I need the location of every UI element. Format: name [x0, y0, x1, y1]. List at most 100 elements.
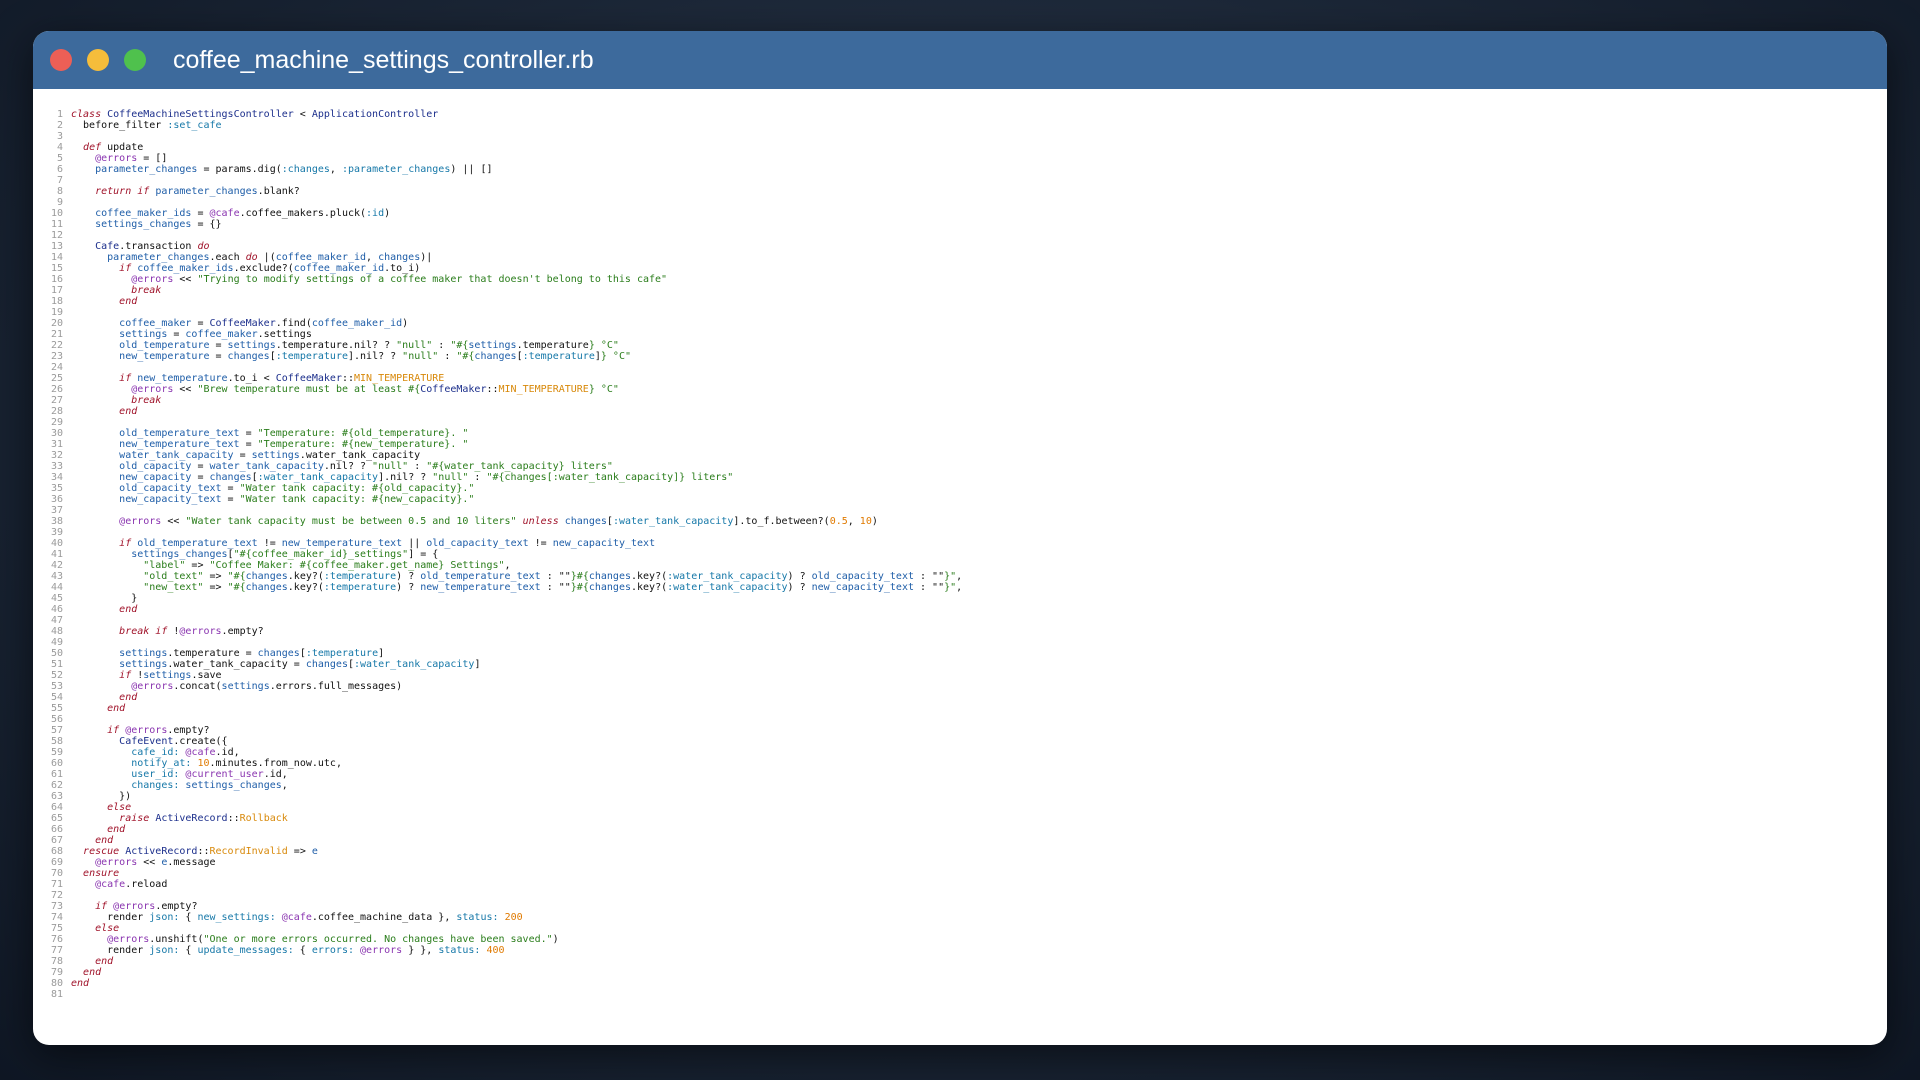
line-number: 32 [50, 450, 63, 461]
code-line: 4 def update [33, 142, 1887, 153]
line-number: 73 [50, 901, 63, 912]
line-number: 42 [50, 560, 63, 571]
code-text: render json: { new_settings: @cafe.coffe… [71, 912, 523, 923]
code-text: end [107, 824, 126, 835]
code-text: @errors << "Brew temperature must be at … [131, 384, 619, 395]
line-number: 37 [50, 505, 63, 516]
code-line: 65 raise ActiveRecord::Rollback [33, 813, 1887, 824]
line-number: 28 [50, 406, 63, 417]
code-text: rescue ActiveRecord::RecordInvalid => e [83, 846, 318, 857]
close-window-button[interactable] [50, 49, 72, 71]
code-line: 24 [33, 362, 1887, 373]
code-line: 44 "new_text" => "#{changes.key?(:temper… [33, 582, 1887, 593]
code-line: 71 @cafe.reload [33, 879, 1887, 890]
line-number: 56 [50, 714, 63, 725]
line-number: 66 [50, 824, 63, 835]
code-line: 18 end [33, 296, 1887, 307]
line-number: 74 [50, 912, 63, 923]
line-number: 57 [50, 725, 63, 736]
code-text: @errors.concat(settings.errors.full_mess… [131, 681, 403, 692]
line-number: 24 [50, 362, 63, 373]
code-line: 81 [33, 989, 1887, 1000]
code-line: 13 Cafe.transaction do [33, 241, 1887, 252]
code-line: 45 } [33, 593, 1887, 604]
code-text: Cafe.transaction do [95, 241, 210, 252]
line-number: 16 [50, 274, 63, 285]
code-text: settings = coffee_maker.settings [119, 329, 312, 340]
line-number: 39 [50, 527, 63, 538]
line-number: 10 [50, 208, 63, 219]
code-line: 28 end [33, 406, 1887, 417]
code-text: settings_changes["#{coffee_maker_id}_set… [131, 549, 439, 560]
code-text: user_id: @current_user.id, [131, 769, 288, 780]
code-line: 37 [33, 505, 1887, 516]
code-text: parameter_changes = params.dig(:changes,… [95, 164, 493, 175]
line-number: 2 [56, 120, 63, 131]
line-number: 77 [50, 945, 63, 956]
editor-window: coffee_machine_settings_controller.rb 1c… [33, 31, 1887, 1045]
code-text: ensure [83, 868, 120, 879]
line-number: 19 [50, 307, 63, 318]
code-line: 3 [33, 131, 1887, 142]
code-editor[interactable]: 1 class CoffeeMachineSettingsController <… [33, 89, 1887, 1000]
line-number: 22 [50, 340, 63, 351]
code-line: 11 settings_changes = {} [33, 219, 1887, 230]
line-number: 15 [50, 263, 63, 274]
line-number: 69 [50, 857, 63, 868]
code-text: notify_at: 10.minutes.from_now.utc, [131, 758, 342, 769]
line-number: 26 [50, 384, 63, 395]
code-line: 38 @errors << "Water tank capacity must … [33, 516, 1887, 527]
code-text: new_temperature_text = "Temperature: #{n… [119, 439, 469, 450]
line-number: 65 [50, 813, 63, 824]
line-number: 30 [50, 428, 63, 439]
code-line: 53 @errors.concat(settings.errors.full_m… [33, 681, 1887, 692]
code-line: 48 break if !@errors.empty? [33, 626, 1887, 637]
code-text: old_capacity_text = "Water tank capacity… [119, 483, 475, 494]
line-number: 6 [56, 164, 63, 175]
line-number: 18 [50, 296, 63, 307]
code-line: 50 settings.temperature = changes[:tempe… [33, 648, 1887, 659]
code-line: 41 settings_changes["#{coffee_maker_id}_… [33, 549, 1887, 560]
code-line: 40 if old_temperature_text != new_temper… [33, 538, 1887, 549]
code-line: 43 "old_text" => "#{changes.key?(:temper… [33, 571, 1887, 582]
code-line: 32 water_tank_capacity = settings.water_… [33, 450, 1887, 461]
line-number: 48 [50, 626, 63, 637]
line-number: 11 [50, 219, 63, 230]
line-number: 61 [50, 769, 63, 780]
code-text: coffee_maker = CoffeeMaker.find(coffee_m… [119, 318, 409, 329]
code-line: 10 coffee_maker_ids = @cafe.coffee_maker… [33, 208, 1887, 219]
line-number: 23 [50, 351, 63, 362]
line-number: 14 [50, 252, 63, 263]
code-line: 64 else [33, 802, 1887, 813]
line-number: 55 [50, 703, 63, 714]
code-line: 35 old_capacity_text = "Water tank capac… [33, 483, 1887, 494]
code-text: end [107, 703, 126, 714]
code-line: 76 @errors.unshift("One or more errors o… [33, 934, 1887, 945]
minimize-window-button[interactable] [87, 49, 109, 71]
code-text: @errors.unshift("One or more errors occu… [107, 934, 559, 945]
line-number: 12 [50, 230, 63, 241]
maximize-window-button[interactable] [124, 49, 146, 71]
line-number: 51 [50, 659, 63, 670]
code-line: 49 [33, 637, 1887, 648]
code-line: 26 @errors << "Brew temperature must be … [33, 384, 1887, 395]
code-line: 60 notify_at: 10.minutes.from_now.utc, [33, 758, 1887, 769]
code-text: if @errors.empty? [107, 725, 210, 736]
line-number: 21 [50, 329, 63, 340]
code-text: new_capacity = changes[:water_tank_capac… [119, 472, 734, 483]
code-line: 16 @errors << "Trying to modify settings… [33, 274, 1887, 285]
code-line: 66 end [33, 824, 1887, 835]
code-line: 63 }) [33, 791, 1887, 802]
code-text: render json: { update_messages: { errors… [71, 945, 505, 956]
line-number: 35 [50, 483, 63, 494]
code-line: 20 coffee_maker = CoffeeMaker.find(coffe… [33, 318, 1887, 329]
code-text: "label" => "Coffee Maker: #{coffee_maker… [143, 560, 511, 571]
code-text: }) [71, 791, 132, 802]
code-line: 17 break [33, 285, 1887, 296]
code-text: if !settings.save [119, 670, 222, 681]
line-number: 25 [50, 373, 63, 384]
line-number: 4 [56, 142, 63, 153]
code-text: if old_temperature_text != new_temperatu… [119, 538, 656, 549]
line-number: 29 [50, 417, 63, 428]
code-text: old_temperature_text = "Temperature: #{o… [119, 428, 469, 439]
